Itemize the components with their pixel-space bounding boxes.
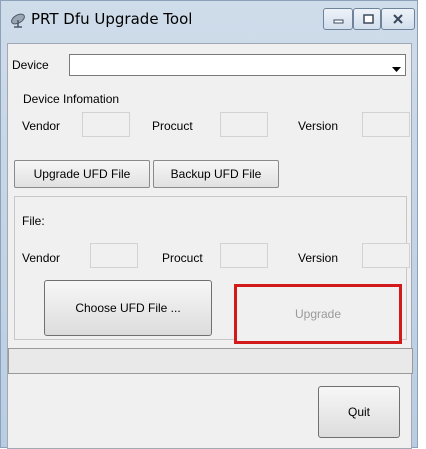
client-area: Device Device Infomation Vendor Procuct … bbox=[7, 43, 413, 449]
device-label: Device bbox=[12, 58, 49, 72]
upgrade-button[interactable]: Upgrade bbox=[234, 284, 402, 344]
device-version-value bbox=[362, 112, 410, 137]
progress-bar bbox=[8, 348, 413, 374]
minimize-button[interactable] bbox=[323, 8, 353, 30]
maximize-icon bbox=[363, 14, 374, 24]
tab-upgrade-ufd-file[interactable]: Upgrade UFD File bbox=[14, 160, 150, 188]
device-product-value bbox=[220, 112, 268, 137]
quit-button[interactable]: Quit bbox=[318, 386, 400, 438]
device-vendor-value bbox=[82, 112, 130, 137]
minimize-icon bbox=[333, 19, 344, 24]
close-icon bbox=[393, 14, 403, 24]
tab-backup-ufd-file[interactable]: Backup UFD File bbox=[153, 160, 279, 188]
maximize-button[interactable] bbox=[353, 8, 381, 30]
window-title: PRT Dfu Upgrade Tool bbox=[31, 10, 193, 28]
file-product-label: Procuct bbox=[162, 251, 203, 265]
file-version-label: Version bbox=[298, 251, 339, 265]
satellite-dish-icon bbox=[9, 11, 27, 29]
file-vendor-label: Vendor bbox=[22, 251, 61, 265]
device-select[interactable] bbox=[69, 54, 406, 76]
title-bar[interactable]: PRT Dfu Upgrade Tool bbox=[1, 1, 417, 43]
close-button[interactable] bbox=[381, 8, 415, 30]
device-product-label: Procuct bbox=[152, 119, 193, 133]
file-vendor-value bbox=[90, 243, 138, 268]
chevron-down-icon bbox=[392, 62, 401, 76]
device-info-title: Device Infomation bbox=[22, 92, 121, 106]
file-version-value bbox=[362, 243, 410, 268]
file-label: File: bbox=[22, 214, 45, 228]
device-version-label: Version bbox=[298, 119, 339, 133]
upgrade-button-label: Upgrade bbox=[294, 307, 342, 321]
file-product-value bbox=[220, 243, 268, 268]
device-vendor-label: Vendor bbox=[22, 119, 61, 133]
app-window: PRT Dfu Upgrade Tool Device Device Infom… bbox=[0, 0, 418, 449]
choose-ufd-file-button[interactable]: Choose UFD File ... bbox=[44, 280, 212, 336]
